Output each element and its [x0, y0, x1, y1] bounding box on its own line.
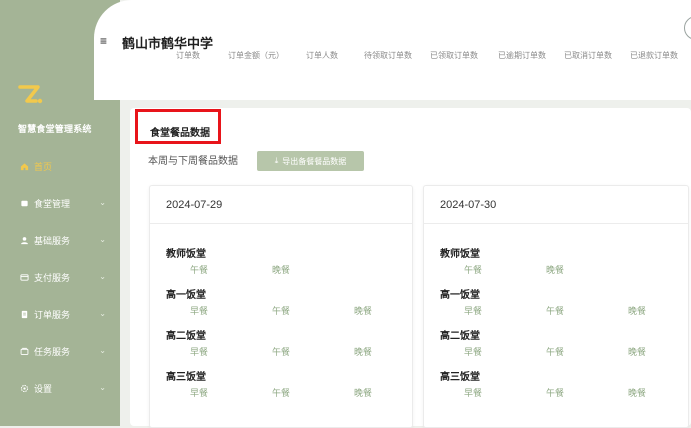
stat-label: 已领取订单数 [430, 51, 478, 60]
meal-item: 午餐 [546, 388, 565, 398]
sidebar-item-payment[interactable]: 支付服务 ⌄ [0, 259, 120, 296]
meal-item: 晚餐 [354, 306, 373, 316]
sidebar-item-label: 首页 [34, 162, 53, 172]
hall-block: 高三饭堂 早餐 午餐 晚餐 [166, 368, 406, 400]
meal-item: 晚餐 [628, 388, 647, 398]
hamburger-icon[interactable]: ≡ [100, 34, 107, 48]
card-date: 2024-07-29 [166, 199, 223, 211]
sidebar-item-settings[interactable]: 设置 ⌄ [0, 370, 120, 407]
sidebar-item-tasks[interactable]: 任务服务 ⌄ [0, 333, 120, 370]
canteen-icon [18, 199, 30, 208]
hall-name: 高二饭堂 [166, 331, 206, 342]
meal-item: 晚餐 [628, 347, 647, 357]
stat-label: 已取消订单数 [564, 51, 612, 60]
chevron-down-icon: ⌄ [99, 308, 106, 318]
meal-item: 早餐 [190, 388, 209, 398]
meal-row: 早餐 午餐 晚餐 [440, 304, 680, 318]
hall-name: 教师饭堂 [440, 249, 480, 260]
stat-label: 待领取订单数 [364, 51, 412, 60]
meal-item: 午餐 [190, 265, 209, 275]
sidebar-item-label: 设置 [34, 384, 53, 394]
divider [424, 223, 688, 224]
hall-block: 高一饭堂 早餐 午餐 晚餐 [166, 286, 406, 318]
meal-item: 午餐 [546, 306, 565, 316]
sidebar-item-canteen[interactable]: 食堂管理 ⌄ [0, 185, 120, 222]
meal-row: 早餐 午餐 晚餐 [166, 345, 406, 359]
stat-label: 已退款订单数 [630, 51, 678, 60]
stat-label: 订单数 [176, 51, 200, 60]
meal-row: 早餐 午餐 晚餐 [166, 304, 406, 318]
meal-item: 午餐 [272, 388, 291, 398]
day-card: 2024-07-29 教师饭堂 午餐 晚餐 高一饭堂 早餐 午餐 晚餐 高二饭堂… [149, 185, 413, 428]
sidebar-item-basic-services[interactable]: 基础服务 ⌄ [0, 222, 120, 259]
hall-block: 高一饭堂 早餐 午餐 晚餐 [440, 286, 680, 318]
meal-item: 早餐 [190, 306, 209, 316]
meal-item: 早餐 [190, 347, 209, 357]
stat-label: 订单金额（元） [228, 51, 284, 60]
chevron-down-icon: ⌄ [99, 271, 106, 281]
meal-item: 晚餐 [354, 388, 373, 398]
sidebar-item-orders[interactable]: 订单服务 ⌄ [0, 296, 120, 333]
chevron-down-icon: ⌄ [99, 197, 106, 207]
payment-icon [18, 273, 30, 282]
section-subtitle: 本周与下周餐品数据 [148, 156, 238, 167]
sidebar-menu: 首页 食堂管理 ⌄ 基础服务 ⌄ 支付服务 ⌄ 订单服务 ⌄ 任务服务 ⌄ 设置… [0, 148, 120, 407]
hall-name: 教师饭堂 [166, 249, 206, 260]
hall-name: 高二饭堂 [440, 331, 480, 342]
meal-row: 午餐 晚餐 [440, 263, 680, 277]
export-button-label: 导出备餐餐品数据 [282, 156, 347, 166]
order-icon [18, 310, 30, 319]
meal-item: 晚餐 [546, 265, 565, 275]
hall-name: 高三饭堂 [166, 372, 206, 383]
hall-name: 高一饭堂 [166, 290, 206, 301]
meal-item: 早餐 [464, 347, 483, 357]
meal-row: 午餐 晚餐 [166, 263, 406, 277]
stat-label: 订单人数 [306, 51, 338, 60]
sidebar-item-home[interactable]: 首页 [0, 148, 120, 185]
meal-item: 早餐 [464, 306, 483, 316]
chevron-down-icon: ⌄ [99, 345, 106, 355]
card-date: 2024-07-30 [440, 199, 497, 211]
sidebar-item-label: 基础服务 [34, 236, 71, 246]
sidebar-item-label: 任务服务 [34, 347, 71, 357]
meal-item: 午餐 [464, 265, 483, 275]
sidebar-item-label: 订单服务 [34, 310, 71, 320]
hall-block: 高二饭堂 早餐 午餐 晚餐 [166, 327, 406, 359]
hall-name: 高三饭堂 [440, 372, 480, 383]
home-icon [18, 162, 30, 171]
meal-item: 午餐 [272, 347, 291, 357]
settings-icon [18, 384, 30, 393]
user-icon [18, 236, 30, 245]
chevron-down-icon: ⌄ [99, 382, 106, 392]
hall-block: 教师饭堂 午餐 晚餐 [166, 245, 406, 277]
sidebar-item-label: 支付服务 [34, 273, 71, 283]
stat-label: 已逾期订单数 [498, 51, 546, 60]
hall-block: 教师饭堂 午餐 晚餐 [440, 245, 680, 277]
day-card: 2024-07-30 教师饭堂 午餐 晚餐 高一饭堂 早餐 午餐 晚餐 高二饭堂… [423, 185, 689, 428]
meal-item: 晚餐 [354, 347, 373, 357]
meal-item: 午餐 [272, 306, 291, 316]
meal-item: 午餐 [546, 347, 565, 357]
meal-row: 早餐 午餐 晚餐 [166, 386, 406, 400]
meal-row: 早餐 午餐 晚餐 [440, 386, 680, 400]
meal-item: 晚餐 [272, 265, 291, 275]
divider [150, 223, 412, 224]
highlight-annotation [135, 109, 221, 144]
hall-name: 高一饭堂 [440, 290, 480, 301]
download-icon: ⤓ [274, 156, 279, 165]
meal-row: 早餐 午餐 晚餐 [440, 345, 680, 359]
sidebar-item-label: 食堂管理 [34, 199, 71, 209]
meal-item: 晚餐 [628, 306, 647, 316]
brand-logo [18, 85, 43, 104]
hall-block: 高二饭堂 早餐 午餐 晚餐 [440, 327, 680, 359]
system-name: 智慧食堂管理系统 [18, 124, 92, 134]
task-icon [18, 347, 30, 356]
hall-block: 高三饭堂 早餐 午餐 晚餐 [440, 368, 680, 400]
stats-row: 订单数 订单金额（元） 订单人数 待领取订单数 已领取订单数 已逾期订单数 已取… [160, 50, 690, 62]
export-button[interactable]: ⤓ 导出备餐餐品数据 [257, 151, 364, 171]
chevron-down-icon: ⌄ [99, 234, 106, 244]
meal-item: 早餐 [464, 388, 483, 398]
